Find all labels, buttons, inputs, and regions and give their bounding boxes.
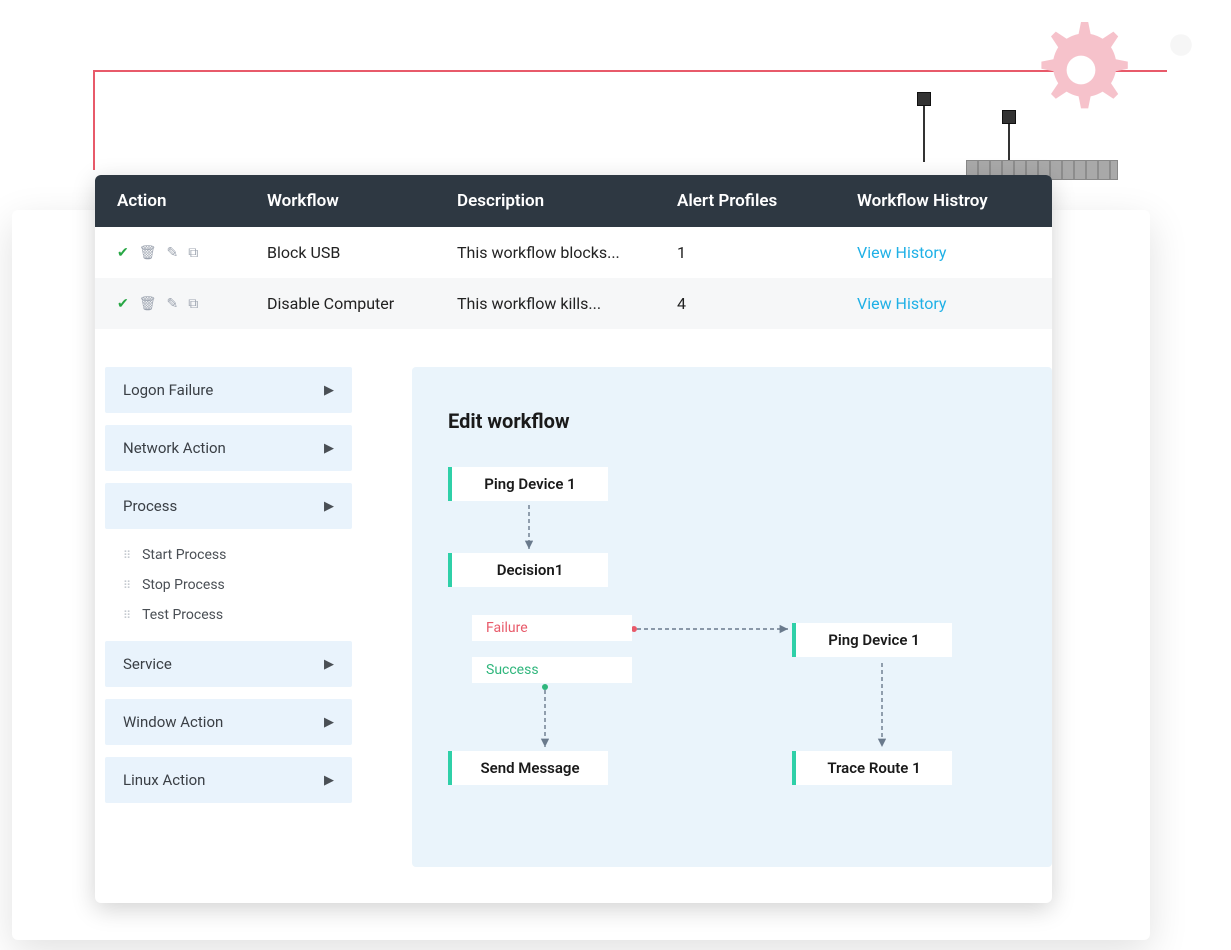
view-history-link[interactable]: View History <box>857 243 1030 262</box>
sidebar-item-label: Logon Failure <box>123 381 213 399</box>
sidebar-child-start-process[interactable]: ⠿ Start Process <box>123 547 352 563</box>
workflow-node-trace-route-1[interactable]: Trace Route 1 <box>792 751 952 785</box>
caret-right-icon: ▶ <box>324 773 334 788</box>
sidebar-item-window-action[interactable]: Window Action ▶ <box>105 699 352 745</box>
workflow-editor: Edit workflow Ping Device 1 <box>412 367 1052 867</box>
workflow-node-ping-device-1-b[interactable]: Ping Device 1 <box>792 623 952 657</box>
edit-icon[interactable]: ✎ <box>167 296 179 312</box>
col-header-action: Action <box>117 191 267 211</box>
col-header-description: Description <box>457 191 677 211</box>
workflow-name: Block USB <box>267 243 457 262</box>
workflow-name: Disable Computer <box>267 294 457 313</box>
workflow-node-ping-device-1[interactable]: Ping Device 1 <box>448 467 608 501</box>
table-row: ✔ 🗑 ✎ ⧉ Block USB This workflow blocks..… <box>95 227 1052 278</box>
workflow-branch-failure[interactable]: Failure <box>472 615 632 641</box>
col-header-workflow-history: Workflow Histroy <box>857 191 1030 211</box>
sidebar-children-process: ⠿ Start Process ⠿ Stop Process ⠿ Test Pr… <box>105 541 352 629</box>
view-history-link[interactable]: View History <box>857 294 1030 313</box>
edit-icon[interactable]: ✎ <box>167 245 179 261</box>
sidebar-item-logon-failure[interactable]: Logon Failure ▶ <box>105 367 352 413</box>
drag-handle-icon: ⠿ <box>123 609 132 622</box>
approve-icon[interactable]: ✔ <box>117 245 129 261</box>
gear-icon-pink <box>1021 10 1141 130</box>
editor-title: Edit workflow <box>448 409 1016 433</box>
connector-line <box>923 106 925 162</box>
sidebar-item-network-action[interactable]: Network Action ▶ <box>105 425 352 471</box>
gear-icon-white <box>1136 0 1226 90</box>
connector-box <box>1002 110 1016 124</box>
action-category-sidebar: Logon Failure ▶ Network Action ▶ Process… <box>105 367 352 867</box>
table-body: ✔ 🗑 ✎ ⧉ Block USB This workflow blocks..… <box>95 227 1052 329</box>
sidebar-item-label: Linux Action <box>123 771 205 789</box>
delete-icon[interactable]: 🗑 <box>139 245 157 261</box>
row-action-icons: ✔ 🗑 ✎ ⧉ <box>117 296 267 312</box>
connector-line <box>1008 124 1010 162</box>
row-action-icons: ✔ 🗑 ✎ ⧉ <box>117 245 267 261</box>
sidebar-item-process[interactable]: Process ▶ <box>105 483 352 529</box>
decorative-frame-line <box>93 70 95 170</box>
lower-region: Logon Failure ▶ Network Action ▶ Process… <box>95 329 1052 903</box>
workflow-description: This workflow kills... <box>457 294 677 313</box>
sidebar-item-label: Window Action <box>123 713 223 731</box>
col-header-workflow: Workflow <box>267 191 457 211</box>
caret-right-icon: ▶ <box>324 383 334 398</box>
delete-icon[interactable]: 🗑 <box>139 296 157 312</box>
table-row: ✔ 🗑 ✎ ⧉ Disable Computer This workflow k… <box>95 278 1052 329</box>
connector-box <box>917 92 931 106</box>
caret-right-icon: ▶ <box>324 499 334 514</box>
main-card: Action Workflow Description Alert Profil… <box>95 175 1052 903</box>
sidebar-item-label: Service <box>123 655 172 673</box>
sidebar-item-linux-action[interactable]: Linux Action ▶ <box>105 757 352 803</box>
alert-profile-count: 1 <box>677 243 857 262</box>
caret-right-icon: ▶ <box>324 715 334 730</box>
sidebar-child-test-process[interactable]: ⠿ Test Process <box>123 607 352 623</box>
workflow-node-decision1[interactable]: Decision1 <box>448 553 608 587</box>
sidebar-child-label: Start Process <box>142 547 226 563</box>
caret-right-icon: ▶ <box>324 657 334 672</box>
workflow-node-send-message[interactable]: Send Message <box>448 751 608 785</box>
sidebar-item-label: Process <box>123 497 177 515</box>
sidebar-child-label: Test Process <box>142 607 223 623</box>
table-header: Action Workflow Description Alert Profil… <box>95 175 1052 227</box>
alert-profile-count: 4 <box>677 294 857 313</box>
sidebar-item-service[interactable]: Service ▶ <box>105 641 352 687</box>
caret-right-icon: ▶ <box>324 441 334 456</box>
copy-icon[interactable]: ⧉ <box>188 296 198 312</box>
copy-icon[interactable]: ⧉ <box>188 245 198 261</box>
sidebar-child-label: Stop Process <box>142 577 225 593</box>
sidebar-item-label: Network Action <box>123 439 226 457</box>
approve-icon[interactable]: ✔ <box>117 296 129 312</box>
sidebar-child-stop-process[interactable]: ⠿ Stop Process <box>123 577 352 593</box>
drag-handle-icon: ⠿ <box>123 579 132 592</box>
col-header-alert-profiles: Alert Profiles <box>677 191 857 211</box>
drag-handle-icon: ⠿ <box>123 549 132 562</box>
decorative-frame-line <box>93 70 1167 72</box>
workflow-branch-success[interactable]: Success <box>472 657 632 683</box>
workflow-description: This workflow blocks... <box>457 243 677 262</box>
